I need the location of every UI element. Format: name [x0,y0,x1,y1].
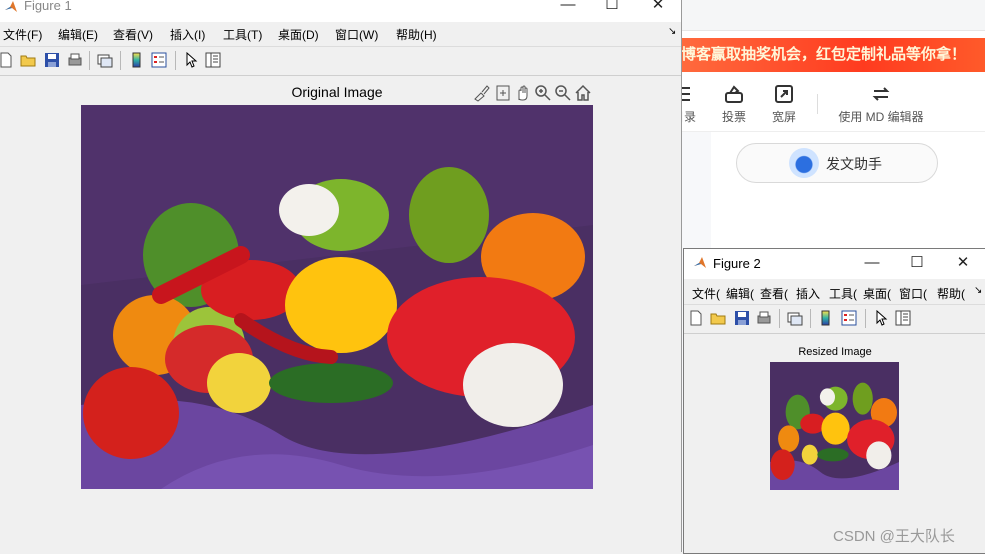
promo-banner-text: 博客赢取抽奖机会，红包定制礼品等你拿！ [681,46,967,63]
toolbar-item-md-editor[interactable]: 使用 MD 编辑器 [831,84,931,125]
figure2-menubar: 文件( 编辑( 查看( 插入 工具( 桌面( 窗口( 帮助( ↘ [684,281,985,303]
figure1-title: Figure 1 [24,0,72,13]
link-plot-icon[interactable] [97,52,113,68]
toolbar-separator [89,51,90,70]
divider [681,131,985,132]
menu-tools[interactable]: 工具(T) [223,26,262,43]
resized-image [770,362,899,490]
colorbar-icon[interactable] [129,52,145,68]
home-icon[interactable] [574,84,592,102]
browser-top-strip [681,0,985,31]
figure1-titlebar-fill [0,14,681,22]
toolbar-separator [175,51,176,70]
menu-desktop[interactable]: 桌面(D) [278,26,319,43]
toolbar-item-label: 投票 [721,110,746,124]
axes-title: Original Image [291,84,383,100]
toolbar-separator [120,51,121,70]
writing-assistant-button[interactable]: 发文助手 [736,143,938,183]
assistant-label: 发文助手 [826,156,882,172]
widescreen-icon [775,85,793,103]
switch-editor-icon [872,87,890,101]
axes-title: Resized Image [798,346,872,358]
datatip-icon[interactable] [494,84,512,102]
open-file-icon[interactable] [20,52,36,68]
colorbar-icon[interactable] [818,310,834,326]
menu-edit[interactable]: 编辑( [726,285,754,302]
zoom-out-icon[interactable] [554,84,572,102]
toolbar-item-widescreen[interactable]: 宽屏 [767,84,801,125]
toolbar-item-vote[interactable]: 投票 [717,84,751,125]
legend-icon[interactable] [151,52,167,68]
promo-banner[interactable]: 博客赢取抽奖机会，红包定制礼品等你拿！ [681,38,985,72]
legend-icon[interactable] [841,310,857,326]
menu-file[interactable]: 文件(F) [3,26,42,43]
menu-insert[interactable]: 插入(I) [170,26,205,43]
toolbar-separator [810,309,811,328]
toolbar-separator [779,309,780,328]
matlab-logo-icon [694,257,706,268]
minimize-button[interactable]: — [849,250,895,278]
figure1-titlebar[interactable]: Figure 1 — ☐ ✕ [0,0,681,14]
toolbar-separator [865,309,866,328]
figure1-window: Figure 1 — ☐ ✕ 文件(F) 编辑(E) 查看(V) 插入(I) 工… [0,0,682,552]
menu-edit[interactable]: 编辑(E) [58,26,98,43]
menu-undock-arrow[interactable]: ↘ [974,285,982,296]
property-inspector-icon[interactable] [205,52,221,68]
new-figure-icon[interactable] [688,310,704,326]
save-icon[interactable] [44,52,60,68]
pointer-icon[interactable] [183,52,199,68]
menu-tools[interactable]: 工具( [829,285,857,302]
print-icon[interactable] [756,310,772,326]
zoom-in-icon[interactable] [534,84,552,102]
new-figure-icon[interactable] [0,52,14,68]
menu-file[interactable]: 文件( [692,285,720,302]
original-image [81,105,593,489]
pan-icon[interactable] [514,84,532,102]
figure2-titlebar[interactable]: Figure 2 — ☐ ✕ [684,249,985,279]
figure2-toolbar [684,304,985,334]
maximize-button[interactable]: ☐ [894,250,940,278]
close-button[interactable]: ✕ [940,250,985,278]
toolbar-item-label: 宽屏 [771,110,796,124]
toolbar-item-label: 使用 MD 编辑器 [838,110,924,124]
link-plot-icon[interactable] [787,310,803,326]
figure1-menubar: 文件(F) 编辑(E) 查看(V) 插入(I) 工具(T) 桌面(D) 窗口(W… [0,22,681,44]
brush-icon[interactable] [473,84,491,102]
figure2-title: Figure 2 [713,256,761,271]
save-icon[interactable] [734,310,750,326]
print-icon[interactable] [67,52,83,68]
figure2-window: Figure 2 — ☐ ✕ 文件( 编辑( 查看( 插入 工具( 桌面( 窗口… [683,248,985,554]
vote-icon [725,85,743,103]
menu-view[interactable]: 查看( [760,285,788,302]
menu-help[interactable]: 帮助( [937,285,965,302]
menu-window[interactable]: 窗口(W) [335,26,378,43]
menu-window[interactable]: 窗口( [899,285,927,302]
toolbar-divider [817,94,818,114]
open-file-icon[interactable] [710,310,726,326]
menu-view[interactable]: 查看(V) [113,26,153,43]
property-inspector-icon[interactable] [895,310,911,326]
menu-help[interactable]: 帮助(H) [396,26,437,43]
menu-desktop[interactable]: 桌面( [863,285,891,302]
assistant-icon [789,148,819,178]
menu-undock-arrow[interactable]: ↘ [668,26,676,37]
figure1-toolbar [0,46,681,76]
menu-insert[interactable]: 插入 [796,285,820,302]
pointer-icon[interactable] [873,310,889,326]
csdn-watermark: CSDN @王大队长 [833,528,955,545]
matlab-logo-icon [5,1,17,12]
